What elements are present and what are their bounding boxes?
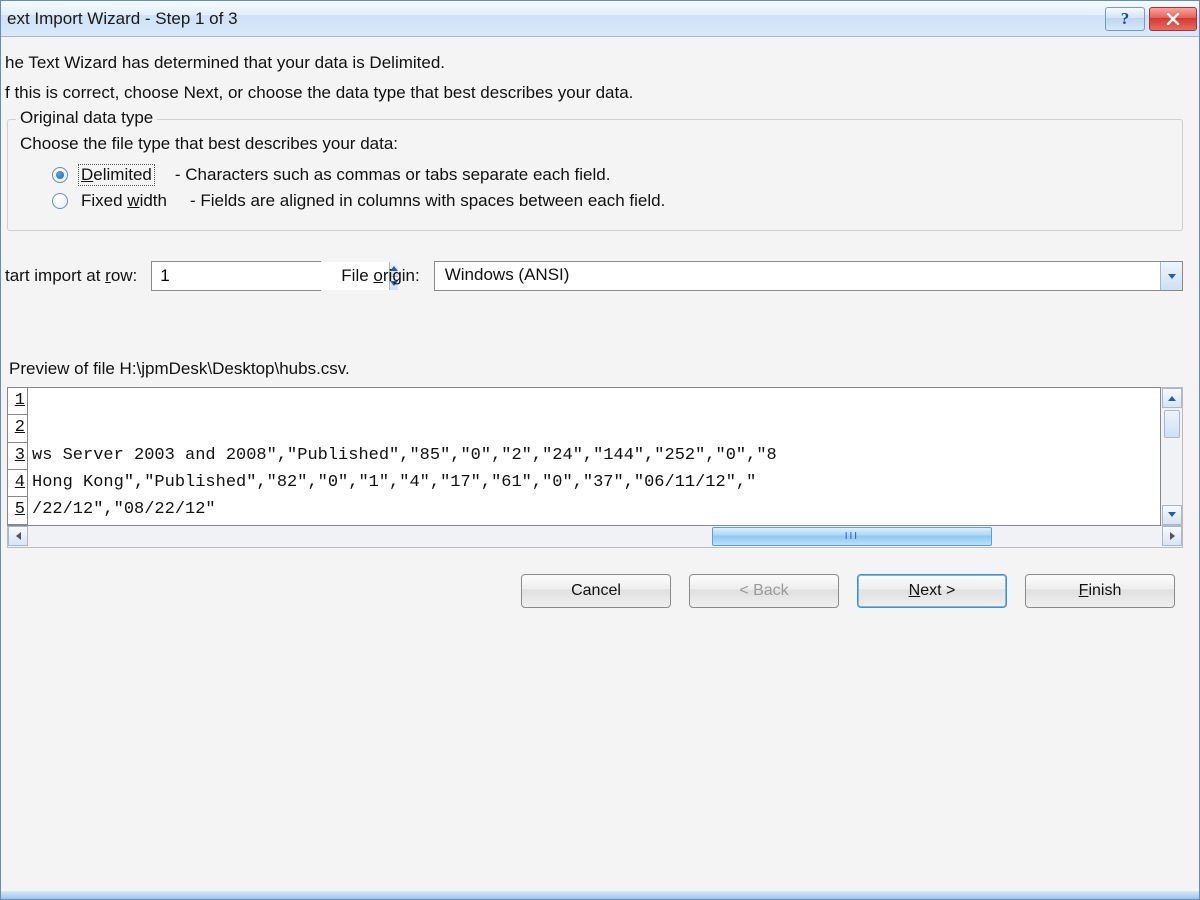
back-button[interactable]: < Back (689, 574, 839, 608)
preview-line-number: 1 (8, 388, 28, 415)
preview-line-text (28, 415, 32, 442)
scroll-down-button[interactable] (1162, 505, 1182, 525)
horizontal-scrollbar[interactable]: III (7, 526, 1183, 548)
delimited-radio[interactable] (52, 167, 68, 183)
scroll-track[interactable]: III (28, 526, 1162, 547)
fixed-width-label[interactable]: Fixed width (78, 190, 170, 212)
preview-row: 3ws Server 2003 and 2008","Published","8… (8, 443, 1160, 470)
scroll-thumb-horizontal[interactable]: III (712, 527, 992, 546)
title-bar: ext Import Wizard - Step 1 of 3 ? (1, 1, 1199, 37)
help-button[interactable]: ? (1105, 7, 1145, 31)
preview-label: Preview of file H:\jpmDesk\Desktop\hubs.… (9, 359, 1185, 379)
intro-line-1: he Text Wizard has determined that your … (5, 53, 1185, 73)
preview-line-text: ws Server 2003 and 2008","Published","85… (28, 443, 777, 470)
fixed-width-desc: - Fields are aligned in columns with spa… (190, 191, 665, 211)
intro-line-2: f this is correct, choose Next, or choos… (5, 83, 1185, 103)
next-button[interactable]: Next > (857, 574, 1007, 608)
delimited-desc: - Characters such as commas or tabs sepa… (175, 165, 611, 185)
group-description: Choose the file type that best describes… (20, 134, 1174, 154)
scroll-up-button[interactable] (1162, 388, 1182, 408)
fixed-width-option-row: Fixed width - Fields are aligned in colu… (52, 190, 1174, 212)
dialog-window: ext Import Wizard - Step 1 of 3 ? he Tex… (0, 0, 1200, 900)
file-origin-combo[interactable]: Windows (ANSI) (434, 261, 1183, 291)
vertical-scrollbar[interactable] (1161, 387, 1183, 526)
cancel-button[interactable]: Cancel (521, 574, 671, 608)
preview-area: 123ws Server 2003 and 2008","Published",… (7, 387, 1183, 526)
window-buttons: ? (1105, 7, 1199, 31)
start-row-label: tart import at row: (5, 266, 137, 286)
preview-line-number: 5 (8, 497, 28, 524)
preview-line-text: Hong Kong","Published","82","0","1","4",… (28, 470, 756, 497)
footer-strip (1, 891, 1199, 899)
original-data-type-group: Original data type Choose the file type … (7, 119, 1183, 231)
dialog-body: he Text Wizard has determined that your … (1, 37, 1199, 891)
delimited-label[interactable]: Delimited (78, 164, 155, 186)
preview-line-text: /22/12","08/22/12" (28, 497, 216, 524)
close-button[interactable] (1149, 7, 1197, 31)
preview-line-number: 3 (8, 443, 28, 470)
button-row: Cancel < Back Next > Finish (5, 548, 1185, 622)
import-settings-row: tart import at row: File origin: Windows… (5, 261, 1183, 291)
file-origin-value: Windows (ANSI) (435, 262, 1160, 290)
scroll-thumb-vertical[interactable] (1164, 410, 1180, 438)
preview-box: 123ws Server 2003 and 2008","Published",… (7, 387, 1161, 526)
preview-row: 4 Hong Kong","Published","82","0","1","4… (8, 470, 1160, 497)
group-legend: Original data type (16, 108, 157, 128)
preview-row: 1 (8, 388, 1160, 415)
chevron-down-icon (1168, 512, 1176, 517)
fixed-width-radio[interactable] (52, 193, 68, 209)
preview-line-text (28, 388, 32, 415)
start-row-spinner[interactable] (151, 261, 321, 291)
scroll-right-button[interactable] (1162, 526, 1182, 546)
chevron-right-icon (1170, 532, 1175, 540)
scroll-left-button[interactable] (8, 526, 28, 546)
close-icon (1166, 13, 1180, 25)
chevron-down-icon (1168, 274, 1176, 279)
chevron-left-icon (16, 532, 21, 540)
window-title: ext Import Wizard - Step 1 of 3 (5, 9, 1105, 29)
preview-line-number: 2 (8, 415, 28, 442)
chevron-up-icon (1168, 396, 1176, 401)
preview-line-number: 4 (8, 470, 28, 497)
preview-row: 5/22/12","08/22/12" (8, 497, 1160, 524)
finish-button[interactable]: Finish (1025, 574, 1175, 608)
file-origin-label: File origin: (341, 266, 419, 286)
combo-drop-button[interactable] (1160, 262, 1182, 290)
delimited-option-row: Delimited - Characters such as commas or… (52, 164, 1174, 186)
preview-row: 2 (8, 415, 1160, 442)
